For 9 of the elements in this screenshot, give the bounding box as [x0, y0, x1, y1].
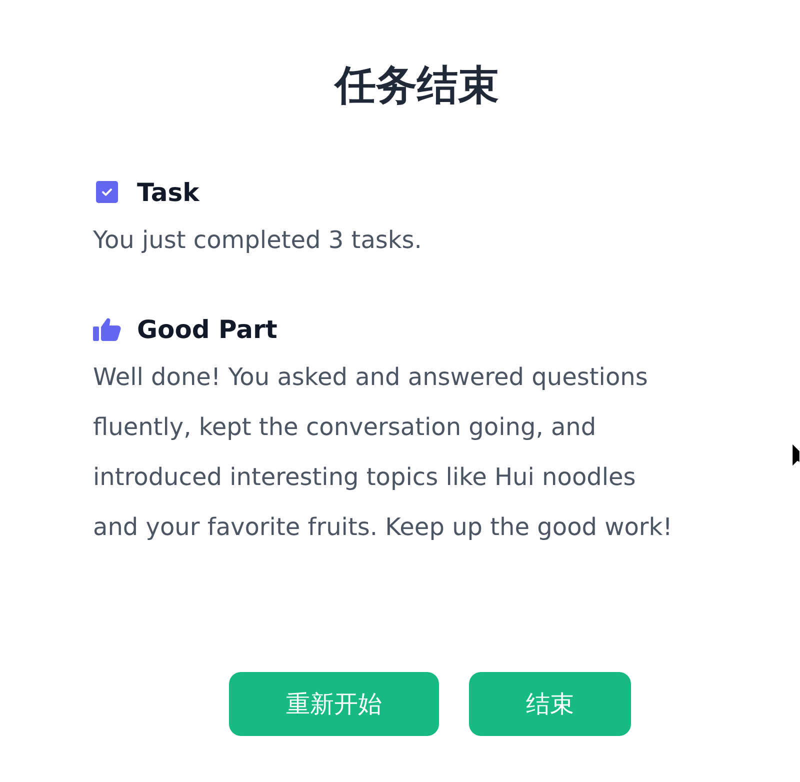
page-title: 任务结束 — [335, 60, 499, 110]
section-text: You just completed 3 tasks. — [93, 225, 423, 256]
section-heading: Task — [137, 178, 200, 206]
checkbox-icon — [96, 181, 118, 203]
finish-button[interactable]: 结束 — [469, 672, 631, 736]
restart-button[interactable]: 重新开始 — [229, 672, 439, 736]
section-text: Well done! You asked and answered questions fluently, kept the conversation going, and introduced interesting topics like Hui noodles and your favorite fruits. Keep up the good work! — [93, 362, 674, 543]
section-heading: Good Part — [137, 314, 278, 344]
thumbs-up-icon — [93, 317, 121, 341]
